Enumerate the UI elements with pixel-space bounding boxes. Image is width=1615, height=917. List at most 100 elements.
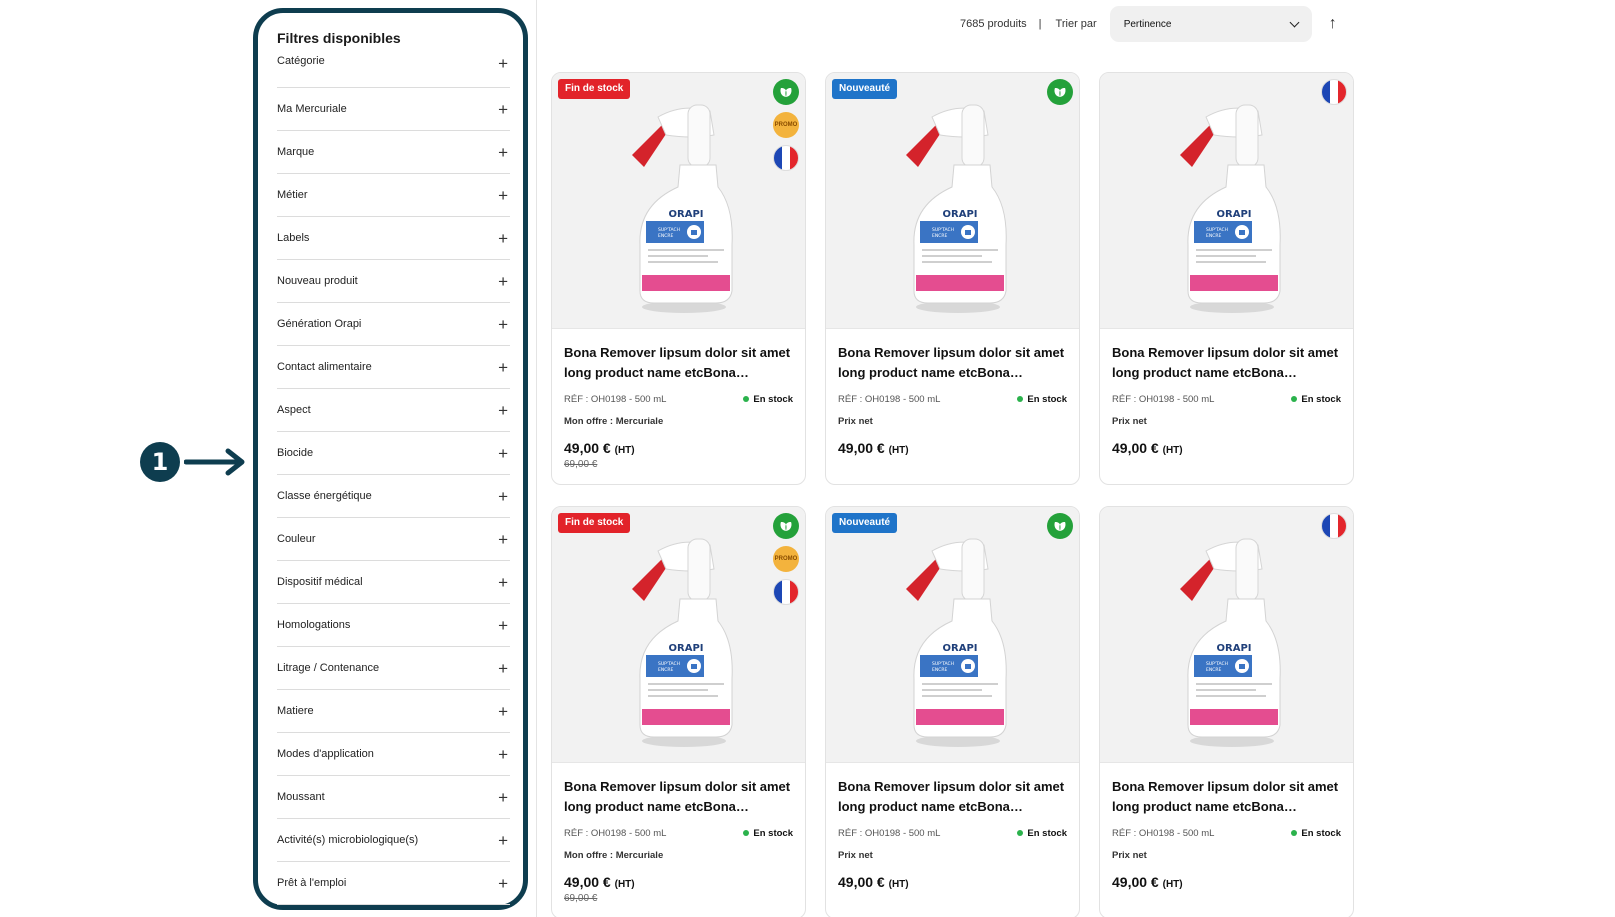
filter-item[interactable]: Aspect +: [277, 389, 510, 432]
plus-icon[interactable]: +: [498, 230, 508, 247]
eco-leaf-icon: [1047, 79, 1073, 105]
filter-item[interactable]: Matiere +: [277, 690, 510, 733]
filter-item[interactable]: Marque +: [277, 131, 510, 174]
filter-item[interactable]: Métier +: [277, 174, 510, 217]
filter-item[interactable]: Activité(s) microbiologique(s) +: [277, 819, 510, 862]
plus-icon[interactable]: +: [498, 789, 508, 806]
filter-panel: Filtres disponibles Catégorie + Ma Mercuri…: [253, 8, 528, 910]
product-card[interactable]: ORAPI SUP'TACH ENCRE Bona Remover lipsum…: [1099, 506, 1354, 917]
filter-item[interactable]: Prêt à l'emploi +: [277, 862, 510, 905]
plus-icon[interactable]: +: [498, 402, 508, 419]
sort-direction-button[interactable]: ↑: [1329, 15, 1337, 33]
plus-icon[interactable]: +: [498, 832, 508, 849]
plus-icon[interactable]: +: [498, 101, 508, 118]
product-name[interactable]: Bona Remover lipsum dolor sit amet long …: [838, 343, 1067, 382]
plus-icon[interactable]: +: [498, 574, 508, 591]
filter-item[interactable]: Génération Orapi +: [277, 303, 510, 346]
product-image-area[interactable]: Nouveauté ORAPI SUP'TACH ENCRE: [826, 507, 1079, 763]
plus-icon[interactable]: +: [498, 617, 508, 634]
filter-item-label: Génération Orapi: [277, 318, 362, 330]
product-image-area[interactable]: ORAPI SUP'TACH ENCRE: [1100, 73, 1353, 329]
plus-icon[interactable]: +: [498, 55, 508, 72]
plus-icon[interactable]: +: [498, 187, 508, 204]
filter-item-label: Marque: [277, 146, 315, 158]
chevron-down-icon: [1289, 17, 1300, 27]
product-name[interactable]: Bona Remover lipsum dolor sit amet long …: [1112, 343, 1341, 382]
stock-status: En stock: [743, 828, 793, 839]
filter-item[interactable]: Contact alimentaire +: [277, 346, 510, 389]
filter-item[interactable]: Modes d'application +: [277, 733, 510, 776]
filter-item-label: Labels: [277, 232, 310, 244]
product-brand-text: ORAPI: [943, 209, 978, 220]
filter-item[interactable]: Moussant +: [277, 776, 510, 819]
price-value: 49,00 €: [1112, 440, 1159, 456]
sort-select[interactable]: Pertinence: [1109, 6, 1312, 42]
product-card[interactable]: Nouveauté ORAPI SUP'TACH ENCRE Bona Remo…: [825, 72, 1080, 485]
product-brand-text: ORAPI: [943, 643, 978, 654]
product-name[interactable]: Bona Remover lipsum dolor sit amet long …: [838, 777, 1067, 816]
filter-item[interactable]: Classe énergétique +: [277, 475, 510, 518]
plus-icon[interactable]: +: [498, 660, 508, 677]
price-value: 49,00 €: [838, 440, 885, 456]
plus-icon[interactable]: +: [498, 875, 508, 892]
svg-text:ENCRE: ENCRE: [932, 233, 947, 239]
product-image: ORAPI SUP'TACH ENCRE: [632, 104, 733, 313]
product-image-area[interactable]: Fin de stock PROMO ORAPI SUP'TACH ENCRE: [552, 73, 805, 329]
product-card[interactable]: ORAPI SUP'TACH ENCRE Bona Remover lipsum…: [1099, 72, 1354, 485]
product-name[interactable]: Bona Remover lipsum dolor sit amet long …: [564, 343, 793, 382]
product-label-icons: PROMO: [773, 79, 799, 171]
product-image-area[interactable]: Fin de stock PROMO ORAPI SUP'TACH ENCRE: [552, 507, 805, 763]
product-card[interactable]: Fin de stock PROMO ORAPI SUP'TACH ENCRE …: [551, 72, 806, 485]
stock-status: En stock: [1017, 828, 1067, 839]
status-badge: Nouveauté: [832, 79, 898, 99]
plus-icon[interactable]: +: [498, 316, 508, 333]
product-label-icons: [1321, 513, 1347, 539]
filter-item[interactable]: Couleur +: [277, 518, 510, 561]
flag-fr-icon: [773, 579, 799, 605]
filter-item[interactable]: Biocide +: [277, 432, 510, 475]
plus-icon[interactable]: +: [498, 531, 508, 548]
filter-item[interactable]: Catégorie +: [277, 55, 510, 88]
filter-panel-title: Filtres disponibles: [277, 30, 401, 46]
sort-select-value: Pertinence: [1123, 18, 1172, 30]
svg-text:ENCRE: ENCRE: [658, 667, 673, 673]
price-value: 49,00 €: [1112, 874, 1159, 890]
product-card[interactable]: Fin de stock PROMO ORAPI SUP'TACH ENCRE …: [551, 506, 806, 917]
product-image-area[interactable]: Nouveauté ORAPI SUP'TACH ENCRE: [826, 73, 1079, 329]
status-badge: Fin de stock: [558, 513, 631, 533]
product-brand-text: ORAPI: [669, 209, 704, 220]
filter-item-label: Modes d'application: [277, 748, 374, 760]
stock-label: En stock: [1301, 393, 1341, 405]
product-name[interactable]: Bona Remover lipsum dolor sit amet long …: [564, 777, 793, 816]
plus-icon[interactable]: +: [498, 359, 508, 376]
plus-icon[interactable]: +: [498, 273, 508, 290]
plus-icon[interactable]: +: [498, 746, 508, 763]
product-image-area[interactable]: ORAPI SUP'TACH ENCRE: [1100, 507, 1353, 763]
product-name[interactable]: Bona Remover lipsum dolor sit amet long …: [1112, 777, 1341, 816]
filter-item[interactable]: Labels +: [277, 217, 510, 260]
plus-icon[interactable]: +: [498, 445, 508, 462]
filter-item-label: Aspect: [277, 404, 311, 416]
filter-item[interactable]: Dispositif médical +: [277, 561, 510, 604]
results-toolbar: 7685 produits | Trier par Pertinence ↑: [960, 6, 1337, 42]
filter-item[interactable]: Nouveau produit +: [277, 260, 510, 303]
product-info: Bona Remover lipsum dolor sit amet long …: [552, 763, 805, 904]
plus-icon[interactable]: +: [498, 144, 508, 161]
plus-icon[interactable]: +: [498, 703, 508, 720]
product-price: 49,00 € (HT): [838, 874, 1067, 890]
product-ref-row: RÉF : OH0198 - 500 mL En stock: [1112, 826, 1341, 840]
product-card[interactable]: Nouveauté ORAPI SUP'TACH ENCRE Bona Remo…: [825, 506, 1080, 917]
svg-text:SUP'TACH: SUP'TACH: [1206, 661, 1228, 667]
filter-item-label: Couleur: [277, 533, 316, 545]
filter-item-label: Nouveau produit: [277, 275, 358, 287]
product-brand-text: ORAPI: [669, 643, 704, 654]
filter-item[interactable]: Litrage / Contenance +: [277, 647, 510, 690]
product-label-icons: [1047, 513, 1073, 539]
plus-icon[interactable]: +: [498, 488, 508, 505]
stock-dot-icon: [1291, 396, 1298, 402]
filter-list: Catégorie + Ma Mercuriale + Marque + Métier + La…: [277, 55, 510, 905]
product-image: ORAPI SUP'TACH ENCRE: [906, 538, 1007, 747]
filter-item[interactable]: Ma Mercuriale +: [277, 88, 510, 131]
filter-item[interactable]: Homologations +: [277, 604, 510, 647]
filter-item-label: Activité(s) microbiologique(s): [277, 834, 419, 846]
